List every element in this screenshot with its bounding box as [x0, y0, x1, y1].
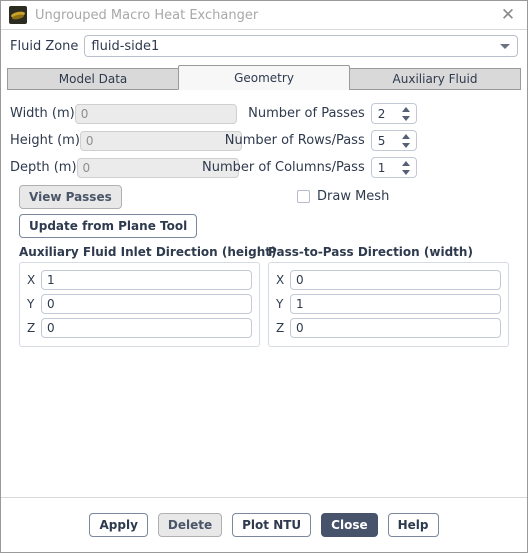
pass-y-label: Y	[276, 297, 284, 311]
pass-to-pass-direction-group: Pass-to-Pass Direction (width) X Y Z	[268, 245, 509, 347]
number-of-passes-value: 2	[377, 106, 386, 121]
close-button[interactable]: Close	[321, 513, 378, 537]
pass-to-pass-direction-body: X Y Z	[268, 262, 509, 347]
stepper-down-icon[interactable]	[401, 143, 410, 148]
aux-z-label: Z	[27, 321, 36, 335]
aux-x-label: X	[27, 273, 36, 287]
height-label: Height (m)	[10, 133, 80, 148]
number-of-rows-per-pass-value: 5	[377, 133, 386, 148]
draw-mesh-label: Draw Mesh	[317, 189, 390, 204]
direction-groups: Auxiliary Fluid Inlet Direction (height)…	[10, 239, 518, 347]
tab-model-data-label: Model Data	[58, 72, 128, 86]
auxiliary-fluid-inlet-direction-title: Auxiliary Fluid Inlet Direction (height)	[19, 245, 277, 259]
number-of-rows-per-pass-stepper[interactable]: 5	[370, 130, 417, 151]
height-row: Height (m)	[10, 127, 242, 154]
geometry-fields: Width (m) Height (m) Depth (m) Number of…	[10, 100, 518, 181]
width-row: Width (m)	[10, 100, 237, 127]
tab-model-data[interactable]: Model Data	[7, 68, 179, 90]
pass-z-row: Z	[276, 316, 501, 340]
aux-y-row: Y	[27, 292, 252, 316]
stepper-up-icon[interactable]	[401, 161, 410, 166]
tab-strip: Model Data Geometry Auxiliary Fluid	[7, 64, 521, 90]
fluid-zone-value: fluid-side1	[91, 38, 160, 54]
number-of-columns-per-pass-row: Number of Columns/Pass 1	[202, 154, 525, 181]
dimension-column: Width (m) Height (m) Depth (m)	[10, 100, 242, 181]
checkbox-box-icon	[297, 190, 310, 203]
aux-z-row: Z	[27, 316, 252, 340]
heat-exchanger-icon	[9, 6, 27, 24]
stepper-arrows	[401, 106, 411, 122]
fluid-zone-dropdown[interactable]: fluid-side1	[84, 35, 518, 57]
number-of-rows-per-pass-row: Number of Rows/Pass 5	[202, 127, 525, 154]
width-label: Width (m)	[10, 106, 75, 121]
stepper-arrows	[401, 133, 411, 149]
apply-button[interactable]: Apply	[89, 513, 148, 537]
number-of-passes-row: Number of Passes 2	[202, 100, 525, 127]
macro-heat-exchanger-dialog: Ungrouped Macro Heat Exchanger ✕ Fluid Z…	[0, 0, 528, 553]
tab-auxiliary-fluid-label: Auxiliary Fluid	[392, 72, 478, 86]
stepper-down-icon[interactable]	[401, 116, 410, 121]
fluid-zone-label: Fluid Zone	[10, 38, 79, 54]
tab-geometry[interactable]: Geometry	[178, 65, 350, 90]
number-of-columns-per-pass-label: Number of Columns/Pass	[202, 160, 365, 175]
pass-x-input[interactable]	[290, 270, 501, 290]
plot-ntu-button[interactable]: Plot NTU	[232, 513, 312, 537]
pass-z-label: Z	[276, 321, 285, 335]
count-column: Number of Passes 2 Number of Rows/Pass 5	[202, 100, 525, 181]
close-icon[interactable]: ✕	[493, 2, 523, 28]
geometry-panel: Width (m) Height (m) Depth (m) Number of…	[1, 90, 527, 347]
number-of-columns-per-pass-stepper[interactable]: 1	[370, 157, 417, 178]
auxiliary-fluid-inlet-direction-group: Auxiliary Fluid Inlet Direction (height)…	[19, 245, 277, 347]
number-of-rows-per-pass-label: Number of Rows/Pass	[224, 133, 365, 148]
aux-x-input[interactable]	[41, 270, 252, 290]
fluid-zone-row: Fluid Zone fluid-side1	[1, 30, 527, 62]
pass-z-input[interactable]	[290, 318, 501, 338]
update-from-plane-tool-button[interactable]: Update from Plane Tool	[19, 214, 198, 238]
delete-button[interactable]: Delete	[157, 513, 223, 537]
aux-z-input[interactable]	[41, 318, 252, 338]
draw-mesh-checkbox[interactable]: Draw Mesh	[297, 189, 389, 204]
pass-x-row: X	[276, 268, 501, 292]
title-bar: Ungrouped Macro Heat Exchanger ✕	[1, 1, 527, 30]
auxiliary-fluid-inlet-direction-body: X Y Z	[19, 262, 260, 347]
pass-y-row: Y	[276, 292, 501, 316]
pass-x-label: X	[276, 273, 285, 287]
stepper-arrows	[401, 160, 411, 176]
tab-geometry-label: Geometry	[234, 70, 294, 85]
dialog-footer: Apply Delete Plot NTU Close Help	[1, 497, 527, 552]
aux-x-row: X	[27, 268, 252, 292]
stepper-up-icon[interactable]	[401, 134, 410, 139]
number-of-passes-stepper[interactable]: 2	[370, 103, 417, 124]
pass-y-input[interactable]	[290, 294, 501, 314]
aux-y-input[interactable]	[41, 294, 252, 314]
stepper-down-icon[interactable]	[401, 170, 410, 175]
tab-auxiliary-fluid[interactable]: Auxiliary Fluid	[349, 68, 521, 90]
window-title: Ungrouped Macro Heat Exchanger	[35, 7, 259, 23]
help-button[interactable]: Help	[387, 513, 439, 537]
aux-y-label: Y	[27, 297, 35, 311]
number-of-columns-per-pass-value: 1	[377, 160, 386, 175]
depth-label: Depth (m)	[10, 160, 77, 175]
stepper-up-icon[interactable]	[401, 107, 410, 112]
chevron-down-icon	[500, 44, 510, 49]
geometry-actions: View Passes Update from Plane Tool Draw …	[10, 181, 518, 239]
depth-row: Depth (m)	[10, 154, 239, 181]
number-of-passes-label: Number of Passes	[248, 106, 365, 121]
pass-to-pass-direction-title: Pass-to-Pass Direction (width)	[268, 245, 473, 259]
view-passes-button[interactable]: View Passes	[19, 185, 122, 209]
